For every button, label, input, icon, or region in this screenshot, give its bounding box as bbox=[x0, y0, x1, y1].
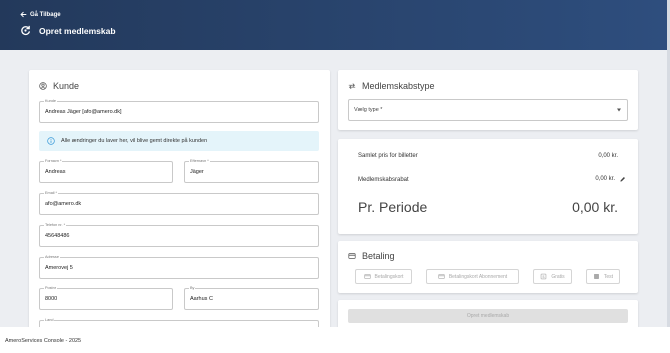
telefon-value: 45648486 bbox=[45, 233, 70, 239]
svg-text:$: $ bbox=[543, 275, 546, 279]
credit-card-icon bbox=[438, 274, 445, 279]
medlemskabstype-title: Medlemskabstype bbox=[362, 81, 435, 91]
by-label: By bbox=[189, 286, 196, 291]
page-title-row: Opret medlemskab bbox=[20, 25, 116, 36]
gratis-label: Gratis bbox=[551, 273, 565, 280]
postnr-value: 8000 bbox=[45, 296, 58, 302]
adresse-value: Amerovej 5 bbox=[45, 265, 73, 271]
back-link[interactable]: Gå Tilbage bbox=[20, 11, 61, 18]
customer-field[interactable]: Kunde Andreas Jäger [afo@amero.dk] bbox=[39, 99, 319, 123]
chevron-down-icon bbox=[617, 108, 621, 112]
kunde-card-title: Kunde bbox=[39, 81, 79, 91]
credit-card-icon bbox=[363, 274, 371, 279]
footer: AmeroServices Console - 2025 bbox=[0, 327, 670, 353]
swap-arrows-icon bbox=[348, 83, 356, 90]
arrow-left-icon bbox=[20, 11, 27, 18]
periode-label: Pr. Periode bbox=[358, 199, 428, 215]
test-button[interactable]: Test bbox=[586, 269, 620, 284]
betalingskort-button[interactable]: Betalingskort bbox=[355, 269, 412, 284]
gratis-button[interactable]: $ Gratis bbox=[533, 269, 572, 284]
test-label: Test bbox=[603, 273, 614, 280]
email-label: Email * bbox=[44, 191, 59, 196]
email-value: afo@amero.dk bbox=[45, 201, 82, 207]
land-label: Land bbox=[44, 318, 55, 323]
telefon-field[interactable]: Telefon nr. * 45648486 bbox=[39, 223, 319, 247]
rabat-label: Medlemskabsrabat bbox=[358, 177, 409, 183]
samlet-value: 0,00 kr. bbox=[598, 153, 618, 159]
fornavn-label: Fornavn * bbox=[44, 159, 63, 164]
by-field[interactable]: By Aarhus C bbox=[184, 286, 319, 310]
credit-card-icon bbox=[348, 253, 356, 259]
betalingskort-abonnement-button[interactable]: Betalingskort Abonnement bbox=[426, 269, 519, 284]
refresh-icon bbox=[21, 25, 31, 36]
medlemskabstype-card-title: Medlemskabstype bbox=[348, 81, 435, 91]
back-label: Gå Tilbage bbox=[30, 11, 61, 18]
info-icon bbox=[47, 137, 55, 145]
fornavn-field[interactable]: Fornavn * Andreas bbox=[39, 159, 173, 183]
rabat-value: 0,00 kr. bbox=[595, 176, 615, 182]
customer-field-value: Andreas Jäger [afo@amero.dk] bbox=[45, 109, 122, 115]
dollar-icon: $ bbox=[541, 273, 547, 280]
efternavn-label: Efternavn * bbox=[189, 159, 210, 164]
betalingskort-label: Betalingskort bbox=[374, 273, 404, 280]
membership-type-placeholder: Vælg type * bbox=[354, 107, 383, 113]
info-banner: Alle ændringer du laver her, vil blive g… bbox=[39, 131, 319, 151]
fornavn-value: Andreas bbox=[45, 169, 66, 175]
email-field[interactable]: Email * afo@amero.dk bbox=[39, 191, 319, 215]
info-text: Alle ændringer du laver her, vil blive g… bbox=[61, 138, 208, 144]
adresse-field[interactable]: Adresse Amerovej 5 bbox=[39, 255, 319, 279]
user-circle-icon bbox=[39, 82, 47, 90]
efternavn-field[interactable]: Efternavn * Jäger bbox=[184, 159, 319, 183]
periode-value: 0,00 kr. bbox=[572, 199, 618, 215]
betalingskort-abonnement-label: Betalingskort Abonnement bbox=[448, 273, 508, 280]
customer-field-label: Kunde bbox=[44, 99, 57, 104]
betaling-card bbox=[338, 241, 638, 293]
footer-text: AmeroServices Console - 2025 bbox=[5, 338, 82, 344]
test-icon bbox=[593, 274, 599, 279]
efternavn-value: Jäger bbox=[190, 169, 204, 175]
page-header: Gå Tilbage Opret medlemskab bbox=[0, 0, 670, 50]
telefon-label: Telefon nr. * bbox=[44, 223, 67, 228]
betaling-title: Betaling bbox=[362, 251, 395, 261]
create-membership-button[interactable]: Opret medlemskab bbox=[348, 309, 628, 323]
pencil-icon[interactable] bbox=[619, 176, 626, 183]
kunde-title: Kunde bbox=[53, 81, 80, 91]
by-value: Aarhus C bbox=[190, 296, 213, 302]
postnr-field[interactable]: Postnr 8000 bbox=[39, 286, 173, 310]
postnr-label: Postnr bbox=[44, 286, 57, 291]
samlet-label: Samlet pris for billetter bbox=[358, 153, 418, 159]
membership-type-select[interactable]: Vælg type * bbox=[348, 99, 628, 121]
page-title: Opret medlemskab bbox=[39, 25, 116, 36]
betaling-card-title: Betaling bbox=[348, 251, 395, 261]
adresse-label: Adresse bbox=[44, 255, 60, 260]
